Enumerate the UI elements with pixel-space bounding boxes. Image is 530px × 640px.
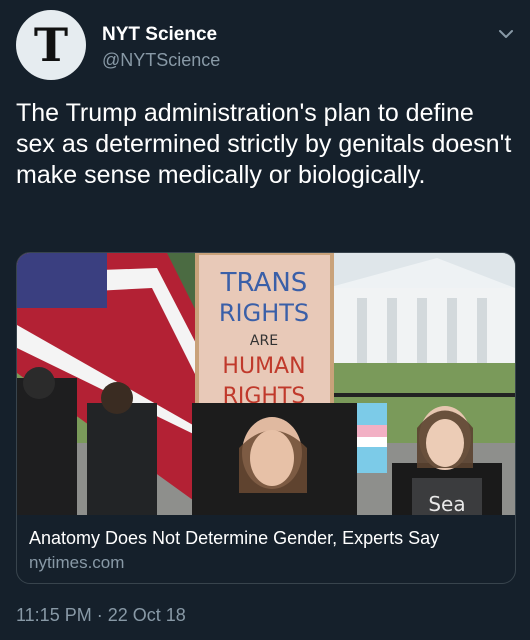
sign-text-line: RIGHTS	[219, 299, 309, 327]
nyt-logo-icon: T	[33, 18, 69, 72]
tweet-text: The Trump administration's plan to defin…	[16, 99, 512, 189]
sign-text-line: TRANS	[220, 268, 308, 298]
sign-text-line: ARE	[250, 333, 278, 349]
avatar[interactable]: T	[16, 10, 86, 80]
chevron-down-icon[interactable]	[496, 24, 516, 44]
link-card[interactable]: TRANS RIGHTS ARE HUMAN RIGHTS Sea Anatom…	[16, 252, 516, 584]
card-image[interactable]: TRANS RIGHTS ARE HUMAN RIGHTS Sea	[17, 253, 515, 515]
display-name[interactable]: NYT Science	[102, 24, 217, 46]
user-handle[interactable]: @NYTScience	[102, 50, 220, 71]
shirt-text: Sea	[428, 492, 465, 515]
tweet-timestamp[interactable]: 11:15 PM · 22 Oct 18	[16, 605, 186, 626]
card-title[interactable]: Anatomy Does Not Determine Gender, Exper…	[29, 528, 439, 549]
card-domain: nytimes.com	[29, 553, 125, 572]
tweet-header: T NYT Science @NYTScience	[16, 10, 516, 80]
sign-text-line: HUMAN	[222, 354, 305, 379]
